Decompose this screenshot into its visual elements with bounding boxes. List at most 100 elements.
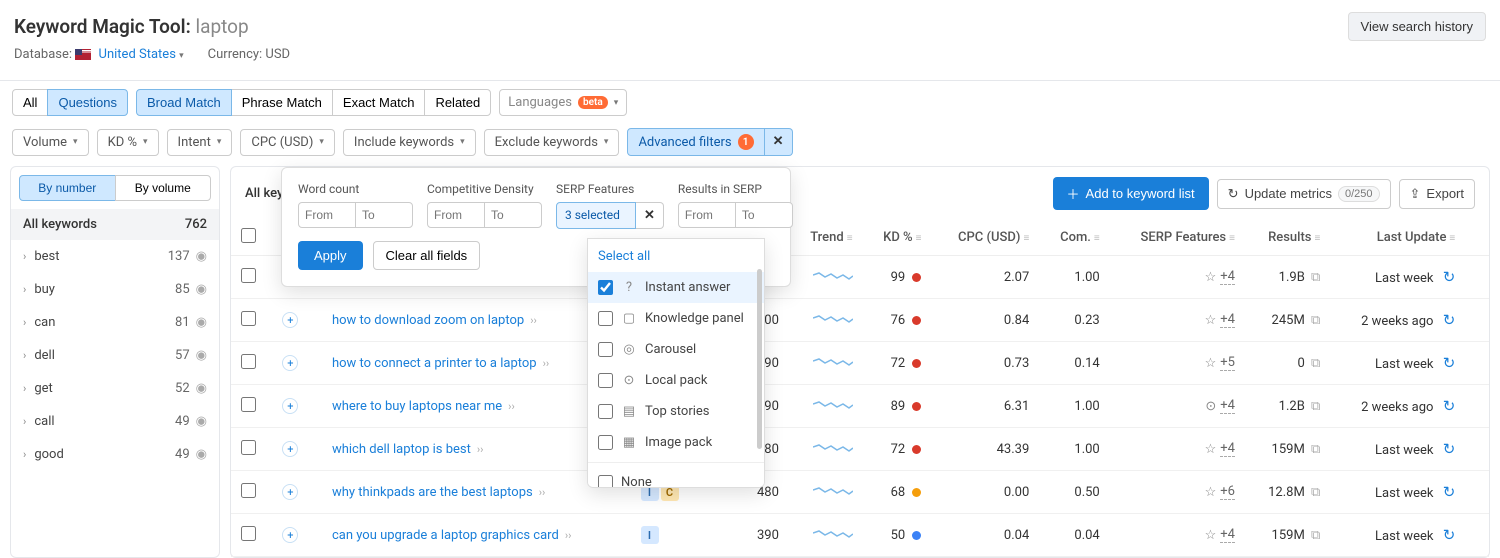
refresh-icon[interactable]: ↻ [1443,397,1456,415]
serp-features-select[interactable]: 3 selected [556,202,636,229]
filter-volume[interactable]: Volume ▾ [12,129,89,156]
external-icon[interactable]: ⧉ [1311,528,1320,543]
update-metrics-button[interactable]: ↻ Update metrics 0/250 [1217,179,1391,209]
serp-features-clear[interactable]: ✕ [636,202,664,229]
serp-features-cell[interactable]: ☆ +6 [1205,484,1235,500]
column-header[interactable]: Com.≡ [1039,220,1109,256]
row-checkbox[interactable] [241,483,256,498]
dropdown-option-local-pack[interactable]: ⊙Local pack [588,365,764,396]
dropdown-option-top-stories[interactable]: ▤Top stories [588,396,764,427]
view-history-button[interactable]: View search history [1348,12,1486,41]
filter-cpc-usd-[interactable]: CPC (USD) ▾ [240,129,335,156]
tab-questions[interactable]: Questions [47,89,128,116]
dropdown-option-image-pack[interactable]: ▦Image pack [588,427,764,458]
row-checkbox[interactable] [241,268,256,283]
dropdown-option-none[interactable]: None [588,467,764,488]
row-checkbox[interactable] [241,440,256,455]
tab-broad-match[interactable]: Broad Match [136,89,232,116]
sidebar-tab-by-number[interactable]: By number [19,175,116,201]
refresh-icon[interactable]: ↻ [1443,311,1456,329]
expand-icon[interactable]: + [282,312,298,328]
expand-icon[interactable]: + [282,398,298,414]
sidebar-item-best[interactable]: ›best137◉ [11,240,219,273]
serp-features-cell[interactable]: ☆ +4 [1205,312,1235,328]
serp-features-cell[interactable]: ☆ +4 [1205,441,1235,457]
filter-include-keywords[interactable]: Include keywords ▾ [343,129,476,156]
dropdown-checkbox[interactable] [598,373,613,388]
external-icon[interactable]: ⧉ [1311,270,1320,285]
column-header[interactable]: SERP Features≡ [1110,220,1245,256]
column-header[interactable]: Results≡ [1245,220,1330,256]
keyword-link[interactable]: where to buy laptops near me [332,399,502,414]
add-to-keyword-list-button[interactable]: ＋ Add to keyword list [1053,177,1209,210]
column-header[interactable]: Trend≡ [789,220,863,256]
expand-icon[interactable]: + [282,527,298,543]
results-to-input[interactable] [735,202,793,228]
keyword-link[interactable]: why thinkpads are the best laptops [332,485,533,500]
refresh-icon[interactable]: ↻ [1443,354,1456,372]
row-checkbox[interactable] [241,311,256,326]
sidebar-item-can[interactable]: ›can81◉ [11,306,219,339]
refresh-icon[interactable]: ↻ [1443,440,1456,458]
expand-icon[interactable]: + [282,355,298,371]
word-count-to-input[interactable] [355,202,413,228]
keyword-link[interactable]: which dell laptop is best [332,442,471,457]
serp-features-cell[interactable]: ☆ +5 [1205,355,1235,371]
dropdown-checkbox[interactable] [598,342,613,357]
column-header[interactable]: KD %≡ [863,220,932,256]
sidebar-all-keywords[interactable]: All keywords 762 [11,209,219,240]
word-count-from-input[interactable] [298,202,356,228]
serp-features-cell[interactable]: ☆ +4 [1205,269,1235,285]
languages-filter[interactable]: Languages beta ▾ [499,89,627,116]
dropdown-checkbox[interactable] [598,311,613,326]
comp-density-from-input[interactable] [427,202,485,228]
filter-intent[interactable]: Intent ▾ [167,129,233,156]
expand-icon[interactable]: + [282,441,298,457]
dropdown-option-knowledge-panel[interactable]: ▢Knowledge panel [588,303,764,334]
keyword-link[interactable]: can you upgrade a laptop graphics card [332,528,559,543]
database-select[interactable]: United States ▾ [99,47,184,62]
keyword-link[interactable]: how to download zoom on laptop [332,313,524,328]
row-checkbox[interactable] [241,354,256,369]
dropdown-select-all[interactable]: Select all [588,239,764,272]
filter-exclude-keywords[interactable]: Exclude keywords ▾ [484,129,620,156]
keyword-link[interactable]: how to connect a printer to a laptop [332,356,537,371]
external-icon[interactable]: ⧉ [1311,356,1320,371]
external-icon[interactable]: ⧉ [1311,442,1320,457]
tab-all[interactable]: All [12,89,48,116]
row-checkbox[interactable] [241,526,256,541]
sidebar-item-good[interactable]: ›good49◉ [11,438,219,471]
advanced-filters-button[interactable]: Advanced filters 1 [627,128,764,156]
row-checkbox[interactable] [241,397,256,412]
advanced-filters-close[interactable]: ✕ [765,128,793,156]
select-all-checkbox[interactable] [241,228,256,243]
sidebar-item-buy[interactable]: ›buy85◉ [11,273,219,306]
tab-phrase-match[interactable]: Phrase Match [231,89,333,116]
serp-features-cell[interactable]: ☆ +4 [1205,527,1235,543]
apply-button[interactable]: Apply [298,241,363,270]
results-from-input[interactable] [678,202,736,228]
refresh-icon[interactable]: ↻ [1443,268,1456,286]
external-icon[interactable]: ⧉ [1311,399,1320,414]
tab-related[interactable]: Related [424,89,491,116]
sidebar-item-dell[interactable]: ›dell57◉ [11,339,219,372]
external-icon[interactable]: ⧉ [1311,485,1320,500]
tab-exact-match[interactable]: Exact Match [332,89,426,116]
column-header[interactable]: Last Update≡ [1330,220,1465,256]
clear-all-button[interactable]: Clear all fields [373,241,481,270]
dropdown-checkbox[interactable] [598,435,613,450]
column-header[interactable]: CPC (USD)≡ [931,220,1039,256]
dropdown-option-instant-answer[interactable]: ?Instant answer [588,272,764,303]
expand-icon[interactable]: + [282,484,298,500]
refresh-icon[interactable]: ↻ [1443,526,1456,544]
refresh-icon[interactable]: ↻ [1443,483,1456,501]
comp-density-to-input[interactable] [484,202,542,228]
sidebar-item-call[interactable]: ›call49◉ [11,405,219,438]
dropdown-scrollbar[interactable] [757,269,762,449]
filter-kd-[interactable]: KD % ▾ [97,129,159,156]
external-icon[interactable]: ⧉ [1311,313,1320,328]
sidebar-item-get[interactable]: ›get52◉ [11,372,219,405]
serp-features-cell[interactable]: ⊙ +4 [1205,398,1235,414]
dropdown-checkbox[interactable] [598,280,613,295]
export-button[interactable]: ⇪ Export [1399,179,1475,209]
